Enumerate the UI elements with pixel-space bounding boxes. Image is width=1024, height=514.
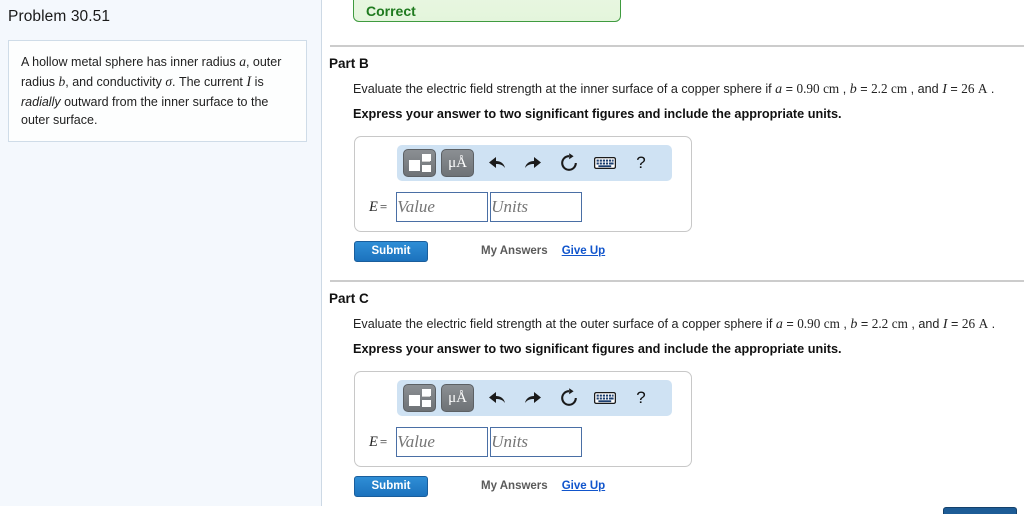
redo-icon[interactable]: [515, 384, 551, 412]
divider-part-b: [330, 45, 1024, 47]
part-b-my-answers-link[interactable]: My Answers: [481, 245, 548, 257]
statement-seg-1: A hollow metal sphere has inner radius: [21, 55, 240, 69]
template-fraction-bottom: [422, 165, 431, 172]
question-eq-2: =: [856, 82, 872, 96]
question-unit-a: cm: [823, 81, 840, 96]
question-var-a: a: [775, 317, 783, 332]
variable-a: a: [239, 54, 246, 69]
offscreen-button-stub[interactable]: [943, 507, 1017, 514]
question-eq-3: =: [946, 82, 962, 96]
part-c-submit-button[interactable]: Submit: [354, 475, 428, 497]
variable-sigma: σ: [165, 73, 173, 89]
part-b-heading: Part B: [329, 56, 369, 71]
part-b-answer-symbol: E: [369, 198, 378, 215]
problem-sidebar: Problem 30.51 A hollow metal sphere has …: [0, 0, 322, 506]
undo-icon[interactable]: [479, 384, 515, 412]
question-eq-1: =: [782, 82, 797, 96]
part-b-value-input[interactable]: [396, 192, 489, 222]
question-val-I: 26: [961, 81, 975, 96]
part-c-give-up-link[interactable]: Give Up: [562, 480, 605, 492]
question-eq-2: =: [857, 317, 872, 331]
question-unit-a: cm: [823, 316, 840, 331]
question-var-b: b: [849, 82, 857, 97]
question-tail: .: [988, 317, 996, 331]
question-unit-b: cm: [891, 81, 908, 96]
page-title: Problem 30.51: [8, 8, 111, 25]
question-tail: .: [987, 82, 995, 96]
question-sep-1: ,: [839, 317, 851, 331]
part-b-actions: Submit My Answers Give Up: [354, 240, 605, 262]
question-val-b: 2.2: [871, 81, 888, 96]
undo-icon[interactable]: [479, 149, 515, 177]
part-b-instruction: Express your answer to two significant f…: [353, 107, 842, 121]
parts-content: Correct Part B Evaluate the electric fie…: [322, 0, 1024, 514]
units-button[interactable]: μÅ: [441, 149, 474, 177]
problem-statement-box: A hollow metal sphere has inner radius a…: [8, 40, 307, 142]
redo-icon[interactable]: [515, 149, 551, 177]
correct-feedback-banner: Correct: [353, 0, 621, 22]
part-b-question: Evaluate the electric field strength at …: [353, 81, 994, 98]
part-c-value-input[interactable]: [396, 427, 489, 457]
units-button[interactable]: μÅ: [441, 384, 474, 412]
question-lead: Evaluate the electric field strength at …: [353, 82, 776, 96]
statement-seg-4: . The current: [172, 74, 247, 89]
template-icon[interactable]: [403, 384, 436, 412]
part-b-toolbar: μÅ ?: [397, 145, 672, 181]
help-icon[interactable]: ?: [623, 149, 659, 177]
question-val-a: 0.90: [796, 81, 820, 96]
template-fraction-bottom: [422, 400, 431, 407]
part-b-answer-box: μÅ ? E = Value Units: [354, 136, 692, 232]
part-c-my-answers-link[interactable]: My Answers: [481, 480, 548, 492]
question-eq-3: =: [947, 317, 962, 331]
part-c-units-input[interactable]: [490, 427, 583, 457]
part-b-answer-row: E =: [355, 187, 691, 227]
part-b-submit-button[interactable]: Submit: [354, 240, 428, 262]
question-val-I: 26: [961, 316, 976, 331]
question-sep-2: , and: [907, 317, 943, 331]
question-val-a: 0.90: [797, 316, 821, 331]
part-c-answer-equals: =: [379, 434, 388, 449]
divider-part-c: [330, 280, 1024, 282]
part-c-answer-box: μÅ ? E = Value Units: [354, 371, 692, 467]
part-c-answer-row: E =: [355, 422, 691, 462]
part-b-units-input[interactable]: [490, 192, 583, 222]
help-icon[interactable]: ?: [623, 384, 659, 412]
statement-seg-3: , and conductivity: [65, 74, 166, 89]
part-c-question: Evaluate the electric field strength at …: [353, 316, 995, 333]
correct-label: Correct: [366, 3, 416, 19]
part-b-answer-equals: =: [379, 199, 388, 214]
question-sep-1: ,: [839, 82, 850, 96]
part-b-give-up-link[interactable]: Give Up: [562, 245, 605, 257]
reset-icon[interactable]: [551, 384, 587, 412]
question-unit-b: cm: [891, 316, 908, 331]
problem-page: Problem 30.51 A hollow metal sphere has …: [0, 0, 1024, 514]
question-eq-1: =: [782, 317, 798, 331]
part-c-heading: Part C: [329, 291, 369, 306]
template-fraction-top: [422, 389, 431, 396]
template-square-large: [409, 160, 420, 171]
question-val-b: 2.2: [871, 316, 889, 331]
template-square-large: [409, 395, 420, 406]
part-c-toolbar: μÅ ?: [397, 380, 672, 416]
reset-icon[interactable]: [551, 149, 587, 177]
units-button-label: μÅ: [448, 155, 467, 171]
question-lead: Evaluate the electric field strength at …: [353, 317, 776, 331]
keyboard-icon[interactable]: [587, 149, 623, 177]
template-fraction-top: [422, 154, 431, 161]
units-button-label: μÅ: [448, 390, 467, 406]
statement-emphasis-radially: radially: [21, 94, 61, 109]
statement-seg-5: is: [251, 74, 264, 89]
question-sep-2: , and: [907, 82, 943, 96]
part-c-answer-symbol: E: [369, 433, 378, 450]
part-c-instruction: Express your answer to two significant f…: [353, 342, 842, 356]
template-icon[interactable]: [403, 149, 436, 177]
part-c-actions: Submit My Answers Give Up: [354, 475, 605, 497]
question-unit-I: A: [978, 316, 989, 331]
question-unit-I: A: [977, 81, 988, 96]
keyboard-icon[interactable]: [587, 384, 623, 412]
